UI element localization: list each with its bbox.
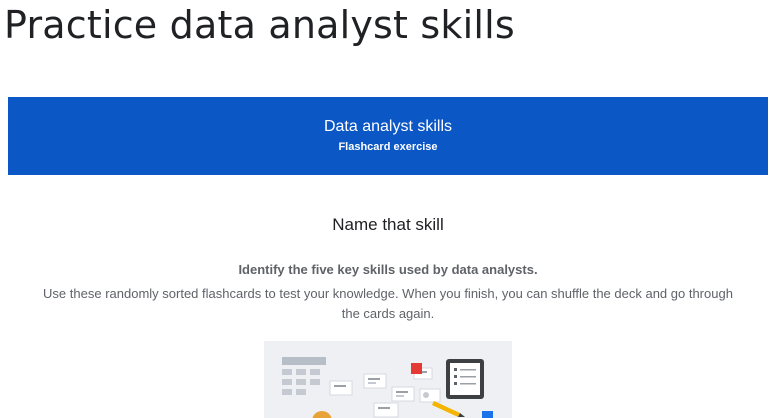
exercise-banner: Data analyst skills Flashcard exercise [8, 97, 768, 175]
flashcard [373, 402, 399, 418]
blue-block [482, 411, 493, 418]
banner-subtitle: Flashcard exercise [338, 141, 438, 153]
page-title: Practice data analyst skills [4, 3, 515, 47]
intro-body-text: Use these randomly sorted flashcards to … [43, 286, 733, 321]
flashcard [419, 388, 441, 403]
flashcard [329, 380, 353, 396]
section-heading: Name that skill [332, 215, 444, 234]
intro-bold-text: Identify the five key skills used by dat… [238, 262, 538, 277]
flashcard [391, 386, 415, 402]
tablet-checklist-icon [446, 359, 484, 399]
flashcard-illustration-art [282, 357, 493, 418]
orange-object [312, 411, 332, 418]
pencil-icon [432, 401, 465, 417]
sticky-note-icon [411, 363, 422, 374]
flashcard-illustration [264, 341, 512, 418]
flashcard [363, 373, 387, 389]
card-grid-header [282, 357, 326, 365]
banner-title: Data analyst skills [323, 118, 453, 135]
